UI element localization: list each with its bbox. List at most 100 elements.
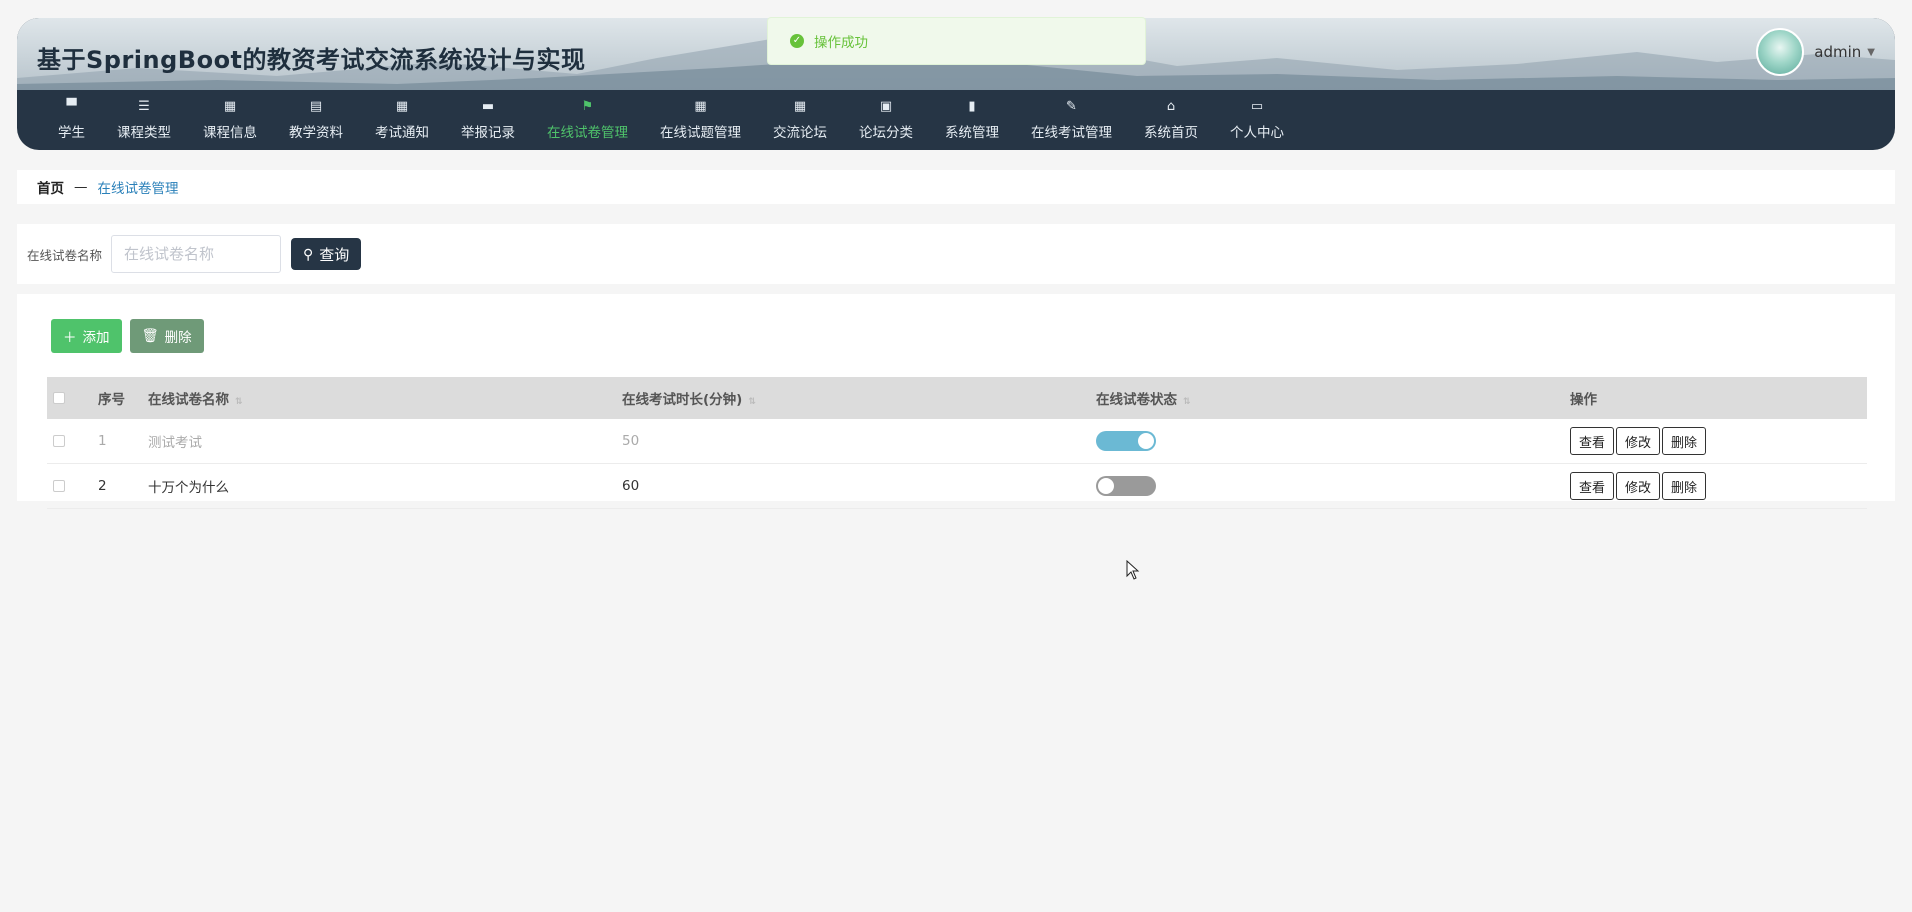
nav-label: 教学资料 <box>289 125 343 141</box>
toast-message: 操作成功 <box>814 35 868 51</box>
sort-icon[interactable]: ⇅ <box>235 397 243 407</box>
sort-icon[interactable]: ⇅ <box>748 397 756 407</box>
nav-item-12[interactable]: ⌂ 系统首页 <box>1128 98 1214 141</box>
nav-item-10[interactable]: ▮ 系统管理 <box>929 98 1015 141</box>
action-bar: ＋ 添加 🗑 删除 <box>51 319 204 353</box>
nav-item-4[interactable]: ▦ 考试通知 <box>359 98 445 141</box>
nav-label: 系统首页 <box>1144 125 1198 141</box>
delete-button[interactable]: 删除 <box>1662 427 1707 455</box>
delete-button[interactable]: 删除 <box>1662 472 1707 500</box>
nav-icon: ✎ <box>1066 99 1077 114</box>
breadcrumb-separator: — <box>74 179 88 195</box>
col-header-status[interactable]: 在线试卷状态 ⇅ <box>1095 377 1569 419</box>
content-panel: ＋ 添加 🗑 删除 序号 在线试卷名称 ⇅ 在线考试时长(分钟) ⇅ 在线试卷状态 ⇅… <box>17 294 1895 509</box>
batch-delete-button[interactable]: 🗑 删除 <box>129 319 204 353</box>
nav-icon: ▮ <box>968 99 976 114</box>
col-header-actions: 操作 <box>1570 392 1597 408</box>
nav-item-7[interactable]: ▦ 在线试题管理 <box>644 98 757 141</box>
check-circle-icon: ✓ <box>790 34 804 48</box>
row-index: 2 <box>97 463 147 509</box>
col-header-index: 序号 <box>98 392 125 408</box>
edit-button[interactable]: 修改 <box>1616 472 1661 500</box>
nav-icon: ☰ <box>138 99 150 114</box>
nav-label: 举报记录 <box>461 125 515 141</box>
row-checkbox[interactable] <box>53 435 65 447</box>
edit-button[interactable]: 修改 <box>1616 427 1661 455</box>
nav-icon: ▣ <box>879 99 893 114</box>
nav-icon: ▦ <box>793 99 807 114</box>
success-toast: ✓ 操作成功 <box>767 17 1146 65</box>
nav-label: 交流论坛 <box>773 125 827 141</box>
nav-label: 课程信息 <box>203 125 257 141</box>
nav-label: 在线试题管理 <box>660 125 741 141</box>
row-duration: 60 <box>621 463 1095 509</box>
chevron-down-icon[interactable]: ▼ <box>1867 47 1875 58</box>
row-name: 十万个为什么 <box>147 463 621 509</box>
nav-label: 在线考试管理 <box>1031 125 1112 141</box>
nav-label: 课程类型 <box>117 125 171 141</box>
table-header-row: 序号 在线试卷名称 ⇅ 在线考试时长(分钟) ⇅ 在线试卷状态 ⇅ 操作 <box>47 377 1867 419</box>
nav-icon: ▬ <box>481 99 495 114</box>
nav-icon: ▦ <box>223 99 237 114</box>
col-header-duration[interactable]: 在线考试时长(分钟) ⇅ <box>621 377 1095 419</box>
search-bar: 在线试卷名称 ⚲ 查询 <box>17 224 1895 284</box>
nav-item-13[interactable]: ▭ 个人中心 <box>1214 98 1300 141</box>
add-button-label: 添加 <box>82 330 110 345</box>
nav-item-8[interactable]: ▦ 交流论坛 <box>757 98 843 141</box>
nav-item-1[interactable]: ☰ 课程类型 <box>101 98 187 141</box>
nav-icon: ⚑ <box>581 99 594 114</box>
trash-icon: 🗑 <box>141 328 159 343</box>
nav-item-5[interactable]: ▬ 举报记录 <box>445 98 531 141</box>
row-checkbox[interactable] <box>53 480 65 492</box>
status-toggle[interactable] <box>1096 476 1156 496</box>
nav-icon: ⌂ <box>1166 99 1176 114</box>
search-input[interactable] <box>111 235 282 273</box>
nav-label: 系统管理 <box>945 125 999 141</box>
nav-item-0[interactable]: ▀ 学生 <box>42 98 101 141</box>
col-header-name[interactable]: 在线试卷名称 ⇅ <box>147 377 621 419</box>
add-button[interactable]: ＋ 添加 <box>51 319 122 353</box>
search-button[interactable]: ⚲ 查询 <box>291 238 362 270</box>
search-button-label: 查询 <box>319 246 350 264</box>
sort-icon[interactable]: ⇅ <box>1183 397 1191 407</box>
nav-item-9[interactable]: ▣ 论坛分类 <box>843 98 929 141</box>
batch-delete-label: 删除 <box>164 330 192 345</box>
select-all-checkbox[interactable] <box>53 392 65 404</box>
view-button[interactable]: 查看 <box>1570 472 1615 500</box>
site-title: 基于SpringBoot的教资考试交流系统设计与实现 <box>37 46 586 74</box>
nav-icon: ▭ <box>1250 99 1264 114</box>
plus-icon: ＋ <box>63 330 77 345</box>
status-toggle[interactable] <box>1096 431 1156 451</box>
nav-item-3[interactable]: ▤ 教学资料 <box>273 98 359 141</box>
table-row: 1 测试考试 50 查看 修改 删除 <box>47 419 1867 464</box>
row-name: 测试考试 <box>147 419 621 464</box>
search-label: 在线试卷名称 <box>27 247 103 263</box>
toggle-knob <box>1138 433 1154 449</box>
nav-icon: ▦ <box>694 99 707 114</box>
mouse-cursor-icon <box>1126 560 1140 580</box>
nav-icon: ▤ <box>309 99 323 114</box>
nav-label: 在线试卷管理 <box>547 125 628 141</box>
breadcrumb-current: 在线试卷管理 <box>97 181 179 197</box>
row-index: 1 <box>97 419 147 464</box>
search-icon: ⚲ <box>303 245 314 262</box>
username[interactable]: admin <box>1814 43 1861 61</box>
nav-item-6[interactable]: ⚑ 在线试卷管理 <box>531 98 644 141</box>
nav-item-2[interactable]: ▦ 课程信息 <box>187 98 273 141</box>
avatar[interactable] <box>1756 28 1805 76</box>
nav-icon: ▦ <box>395 99 409 114</box>
nav-label: 考试通知 <box>375 125 429 141</box>
exam-paper-table: 序号 在线试卷名称 ⇅ 在线考试时长(分钟) ⇅ 在线试卷状态 ⇅ 操作 1 测试考试 5… <box>47 377 1867 509</box>
table-row: 2 十万个为什么 60 查看 修改 删除 <box>47 463 1867 509</box>
breadcrumb-home[interactable]: 首页 <box>37 177 64 197</box>
breadcrumb: 首页 — 在线试卷管理 <box>17 170 1895 204</box>
user-menu[interactable]: admin ▼ <box>1756 28 1875 76</box>
view-button[interactable]: 查看 <box>1570 427 1615 455</box>
toggle-knob <box>1098 478 1114 494</box>
nav-label: 个人中心 <box>1230 125 1284 141</box>
nav-label: 学生 <box>58 125 85 141</box>
row-duration: 50 <box>621 419 1095 464</box>
nav-icon: ▀ <box>66 99 77 114</box>
nav-item-11[interactable]: ✎ 在线考试管理 <box>1015 98 1128 141</box>
main-nav: ▀ 学生 ☰ 课程类型 ▦ 课程信息 ▤ 教学资料 ▦ 考试通知 ▬ 举报记录 ⚑ 在线试卷管理 ▦ 在线试题… <box>17 90 1895 150</box>
